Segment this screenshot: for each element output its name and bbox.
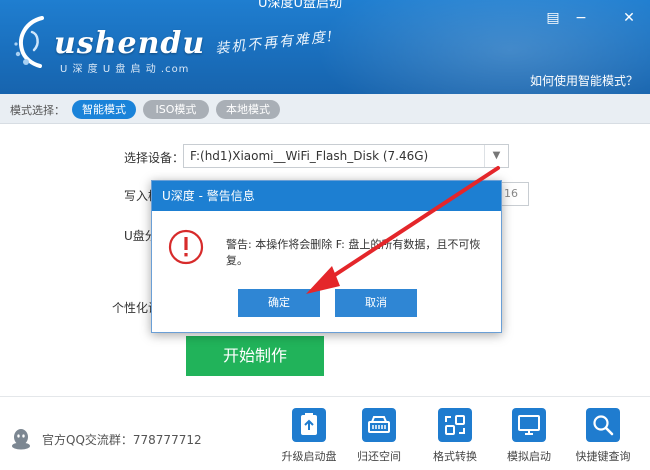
upgrade-disk-icon bbox=[292, 408, 326, 442]
close-icon[interactable]: ✕ bbox=[620, 9, 638, 27]
upgrade-disk-button[interactable]: 升级启动盘 bbox=[274, 408, 344, 464]
tab-iso-mode[interactable]: ISO模式 bbox=[143, 100, 209, 119]
minimize-icon[interactable]: − bbox=[572, 9, 590, 27]
chevron-down-icon[interactable]: ▼ bbox=[484, 145, 508, 167]
simulate-boot-icon bbox=[512, 408, 546, 442]
format-convert-label: 格式转换 bbox=[433, 450, 477, 463]
app-header: U深度U盘启动 ushendu U 深 度 U 盘 启 动 .com 装机不再有… bbox=[0, 0, 650, 94]
restore-space-icon bbox=[362, 408, 396, 442]
device-select-value: F:(hd1)Xiaomi__WiFi_Flash_Disk (7.46G) bbox=[190, 149, 429, 163]
qq-group-text: 官方QQ交流群：778777712 bbox=[42, 433, 202, 447]
format-convert-button[interactable]: 格式转换 bbox=[420, 408, 490, 464]
dialog-message: 警告: 本操作将会删除 F: 盘上的所有数据，且不可恢复。 bbox=[226, 238, 481, 267]
menu-icon[interactable]: ▤ bbox=[544, 9, 562, 27]
tab-smart-mode[interactable]: 智能模式 bbox=[72, 100, 136, 119]
warning-icon bbox=[168, 229, 204, 265]
hotkey-search-icon bbox=[586, 408, 620, 442]
warning-dialog: U深度 - 警告信息 警告: 本操作将会删除 F: 盘上的所有数据，且不可恢复。… bbox=[151, 180, 502, 333]
help-link[interactable]: 如何使用智能模式？ bbox=[530, 72, 638, 89]
restore-space-button[interactable]: 归还空间 bbox=[344, 408, 414, 464]
dialog-title: U深度 - 警告信息 bbox=[152, 181, 501, 211]
format-convert-icon bbox=[438, 408, 472, 442]
simulate-boot-label: 模拟启动 bbox=[507, 450, 551, 463]
tab-local-mode[interactable]: 本地模式 bbox=[216, 100, 280, 119]
start-button[interactable]: 开始制作 bbox=[186, 336, 324, 376]
logo-subtext: U 深 度 U 盘 启 动 .com bbox=[60, 64, 190, 75]
logo-text: ushendu bbox=[54, 26, 206, 61]
window-title: U深度U盘启动 bbox=[258, 0, 343, 11]
simulate-boot-button[interactable]: 模拟启动 bbox=[494, 408, 564, 464]
confirm-button[interactable]: 确定 bbox=[238, 289, 320, 317]
mode-label: 模式选择： bbox=[10, 104, 65, 117]
hotkey-search-button[interactable]: 快捷键查询 bbox=[568, 408, 638, 464]
device-select[interactable]: F:(hd1)Xiaomi__WiFi_Flash_Disk (7.46G) ▼ bbox=[183, 144, 509, 168]
restore-space-label: 归还空间 bbox=[357, 450, 401, 463]
qq-icon bbox=[12, 429, 30, 450]
mode-bar: 模式选择： 智能模式 ISO模式 本地模式 bbox=[0, 94, 650, 124]
hotkey-search-label: 快捷键查询 bbox=[575, 450, 631, 463]
upgrade-disk-label: 升级启动盘 bbox=[281, 450, 337, 463]
cancel-button[interactable]: 取消 bbox=[335, 289, 417, 317]
device-label: 选择设备： bbox=[124, 151, 185, 165]
